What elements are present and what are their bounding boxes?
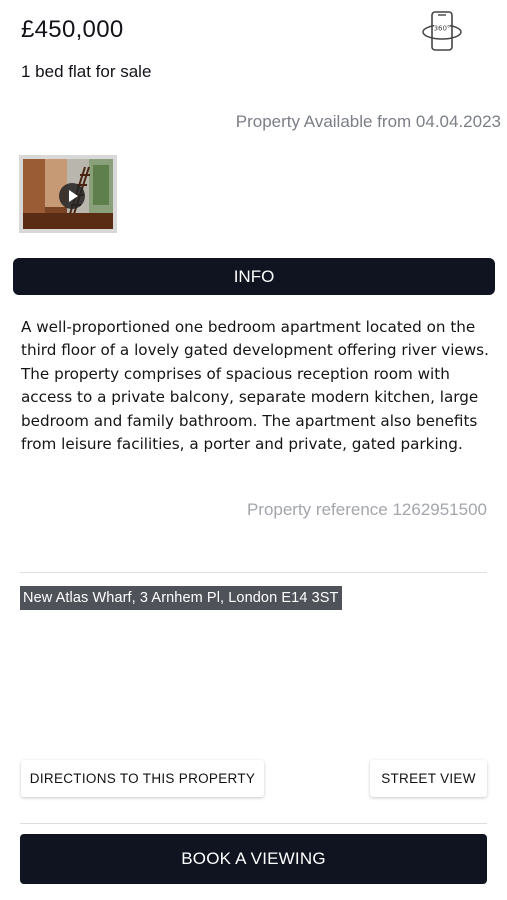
availability-date: Property Available from 04.04.2023 xyxy=(235,112,501,131)
directions-button[interactable]: DIRECTIONS TO THIS PROPERTY xyxy=(21,760,264,797)
price: £450,000 xyxy=(21,16,124,43)
property-address: New Atlas Wharf, 3 Arnhem Pl, London E14… xyxy=(20,586,342,610)
book-viewing-button[interactable]: BOOK A VIEWING xyxy=(20,834,487,884)
360-view-phone-icon[interactable]: 360° xyxy=(420,10,464,52)
play-icon[interactable] xyxy=(59,183,85,209)
property-reference: Property reference 1262951500 xyxy=(246,500,487,519)
svg-text:360°: 360° xyxy=(434,25,451,33)
property-description: A well-proportioned one bedroom apartmen… xyxy=(21,318,489,454)
divider xyxy=(20,823,487,824)
video-thumbnail[interactable] xyxy=(19,155,117,233)
info-tab[interactable]: INFO xyxy=(13,258,495,295)
property-subtitle: 1 bed flat for sale xyxy=(21,62,152,81)
street-view-button[interactable]: STREET VIEW xyxy=(370,760,487,797)
divider xyxy=(20,572,487,573)
